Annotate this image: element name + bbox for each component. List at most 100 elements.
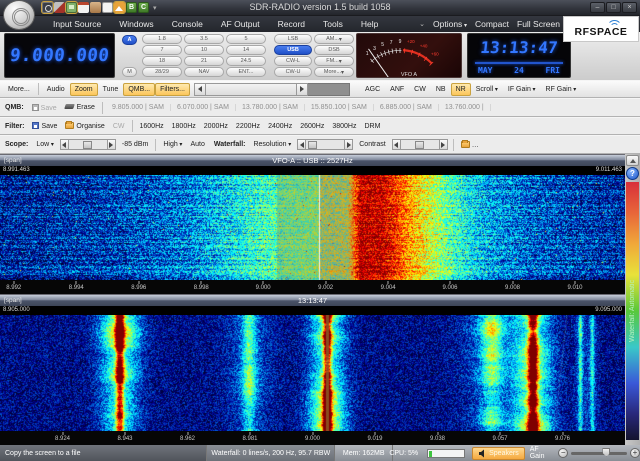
- scroll-right-icon[interactable]: [296, 83, 308, 96]
- band-10-button[interactable]: 10: [184, 45, 224, 55]
- af-gain-slider[interactable]: [571, 452, 627, 455]
- slider-right-icon[interactable]: [344, 139, 353, 150]
- full-screen-button[interactable]: Full Screen: [517, 19, 560, 29]
- volume-down-icon[interactable]: −: [558, 448, 568, 458]
- slider-thumb[interactable]: [415, 141, 424, 149]
- slider-left-icon[interactable]: [392, 139, 401, 150]
- band-21-button[interactable]: 21: [184, 56, 224, 66]
- mode-cwl-button[interactable]: CW-L: [274, 56, 312, 66]
- scroll-dropdown[interactable]: Scroll: [471, 83, 503, 96]
- chevron-down-icon[interactable]: ⌄: [419, 20, 425, 28]
- scroll-up-icon[interactable]: [626, 155, 639, 166]
- band-1.8-button[interactable]: 1.8: [142, 34, 182, 44]
- filter-1800hz-button[interactable]: 1800Hz: [168, 122, 200, 131]
- frequency-display[interactable]: 9.000.000: [4, 33, 115, 78]
- tune-button[interactable]: Tune: [98, 83, 124, 96]
- app-orb-icon[interactable]: [3, 0, 35, 30]
- band-18-button[interactable]: 18: [142, 56, 182, 66]
- qat-contacts-icon[interactable]: [90, 2, 101, 13]
- scope-auto-button[interactable]: Auto: [186, 140, 208, 149]
- scrollbar-thumb[interactable]: [206, 83, 296, 96]
- mode-fm-button[interactable]: FM...: [314, 56, 354, 66]
- if-gain-dropdown[interactable]: IF Gain: [503, 83, 541, 96]
- restore-button[interactable]: □: [606, 2, 621, 13]
- menu-help[interactable]: Help: [352, 16, 387, 32]
- qat-b-icon[interactable]: B: [126, 2, 137, 13]
- nav-button[interactable]: NAV: [184, 67, 224, 77]
- panel1-header[interactable]: [span] VFO-A :: USB :: 2527Hz: [0, 154, 625, 166]
- qmb-erase-button[interactable]: Erase: [61, 103, 99, 112]
- zoom-button[interactable]: Zoom: [70, 83, 98, 96]
- enter-button[interactable]: ENT...: [226, 67, 266, 77]
- filter-organise-button[interactable]: Organise: [61, 121, 108, 131]
- scope-options-button[interactable]: …: [457, 140, 483, 150]
- slider-right-icon[interactable]: [439, 139, 448, 150]
- anf-button[interactable]: ANF: [385, 83, 409, 96]
- qat-home-icon[interactable]: [114, 2, 125, 13]
- qmb-memory-4[interactable]: 15.850.100 | SAM: [305, 104, 374, 111]
- band-5-button[interactable]: 5: [226, 34, 266, 44]
- filters-button[interactable]: Filters...: [155, 83, 190, 96]
- volume-up-icon[interactable]: +: [630, 448, 640, 458]
- band-24.5-button[interactable]: 24.5: [226, 56, 266, 66]
- spectrum-waterfall-1[interactable]: [0, 175, 625, 280]
- mode-dsb-button[interactable]: DSB: [314, 45, 354, 55]
- waterfall-resolution-dropdown[interactable]: Resolution: [249, 140, 295, 149]
- scope-high-dropdown[interactable]: High: [159, 140, 186, 149]
- contrast-slider[interactable]: [392, 139, 448, 150]
- cw-button[interactable]: CW: [409, 83, 431, 96]
- agc-button[interactable]: AGC: [360, 83, 385, 96]
- qat-clock-icon[interactable]: [42, 2, 53, 13]
- menu-af-output[interactable]: AF Output: [212, 16, 269, 32]
- qmb-memory-6[interactable]: 13.760.000 |: [439, 104, 491, 111]
- filter-drm-button[interactable]: DRM: [360, 122, 384, 131]
- qmb-memory-2[interactable]: 6.070.000 | SAM: [171, 104, 236, 111]
- mode-cwu-button[interactable]: CW-U: [274, 67, 312, 77]
- band-3.5-button[interactable]: 3.5: [184, 34, 224, 44]
- tuning-scrollbar[interactable]: [194, 83, 350, 96]
- qat-document-icon[interactable]: [102, 2, 113, 13]
- qat-display-icon[interactable]: [66, 2, 77, 13]
- filter-1600hz-button[interactable]: 1600Hz: [136, 122, 168, 131]
- band-28-29-button[interactable]: 28/29: [142, 67, 182, 77]
- more-button[interactable]: More...: [3, 83, 35, 96]
- resolution-slider[interactable]: [297, 139, 353, 150]
- menu-input-source[interactable]: Input Source: [44, 16, 110, 32]
- mode-more-button[interactable]: More...: [314, 67, 354, 77]
- slider-left-icon[interactable]: [60, 139, 69, 150]
- slider-right-icon[interactable]: [107, 139, 116, 150]
- qat-c-icon[interactable]: C: [138, 2, 149, 13]
- speakers-button[interactable]: Speakers: [472, 447, 525, 460]
- scope-low-slider[interactable]: [60, 139, 116, 150]
- qat-overflow-icon[interactable]: ▾: [153, 4, 157, 12]
- mode-usb-button[interactable]: USB: [274, 45, 312, 55]
- mode-lsb-button[interactable]: LSB: [274, 34, 312, 44]
- qmb-button[interactable]: QMB...: [123, 83, 155, 96]
- audio-button[interactable]: Audio: [42, 83, 70, 96]
- filter-2600hz-button[interactable]: 2600Hz: [296, 122, 328, 131]
- scope-low-dropdown[interactable]: Low: [32, 140, 58, 149]
- menu-record[interactable]: Record: [269, 16, 314, 32]
- menu-console[interactable]: Console: [163, 16, 212, 32]
- memory-button[interactable]: M: [122, 67, 137, 77]
- nr-button[interactable]: NR: [451, 83, 471, 96]
- compact-button[interactable]: Compact: [475, 19, 509, 29]
- filter-cw-button[interactable]: CW: [109, 122, 129, 131]
- filter-save-button[interactable]: Save: [28, 121, 61, 131]
- qmb-memory-3[interactable]: 13.780.000 | SAM: [236, 104, 305, 111]
- qmb-memory-5[interactable]: 6.885.000 | SAM: [374, 104, 439, 111]
- vfo-a-button[interactable]: A: [122, 35, 137, 45]
- band-7-button[interactable]: 7: [142, 45, 182, 55]
- nb-button[interactable]: NB: [431, 83, 451, 96]
- scroll-left-icon[interactable]: [194, 83, 206, 96]
- menu-tools[interactable]: Tools: [314, 16, 352, 32]
- band-14-button[interactable]: 14: [226, 45, 266, 55]
- scrollbar-track[interactable]: [308, 83, 350, 96]
- filter-3800hz-button[interactable]: 3800Hz: [328, 122, 360, 131]
- filter-2000hz-button[interactable]: 2000Hz: [200, 122, 232, 131]
- menu-windows[interactable]: Windows: [110, 16, 162, 32]
- qmb-memory-1[interactable]: 9.805.000 | SAM: [106, 104, 171, 111]
- help-icon[interactable]: [626, 167, 639, 180]
- mode-am-button[interactable]: AM...: [314, 34, 354, 44]
- rf-gain-dropdown[interactable]: RF Gain: [541, 83, 582, 96]
